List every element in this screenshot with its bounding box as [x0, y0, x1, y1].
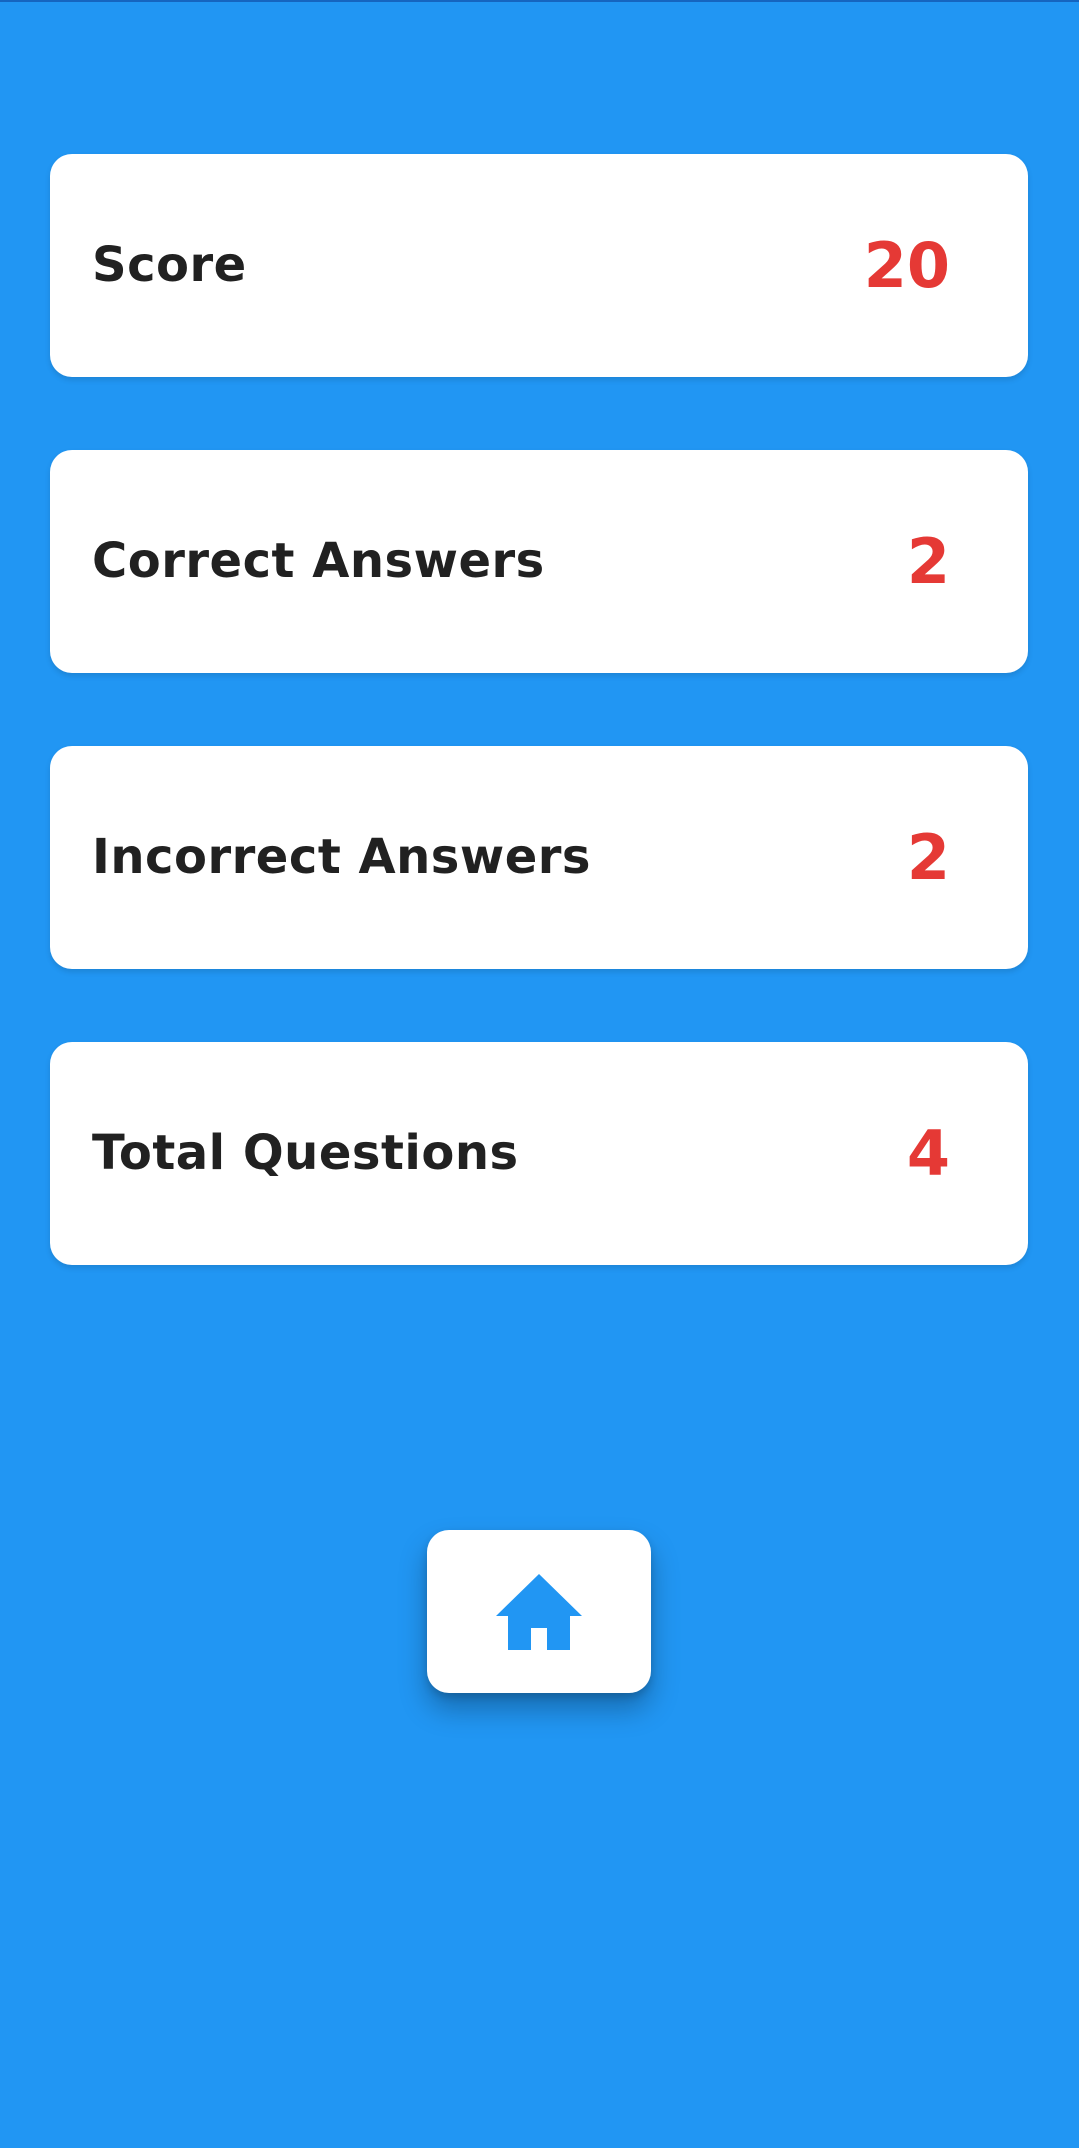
results-list: Score 20 Correct Answers 2 Incorrect Ans…	[50, 154, 1028, 1338]
incorrect-answers-card: Incorrect Answers 2	[50, 746, 1028, 969]
home-button[interactable]	[427, 1530, 651, 1693]
status-bar-strip	[0, 0, 1079, 2]
home-icon	[496, 1573, 582, 1650]
correct-answers-card: Correct Answers 2	[50, 450, 1028, 673]
correct-answers-label: Correct Answers	[92, 533, 545, 589]
total-questions-card: Total Questions 4	[50, 1042, 1028, 1265]
score-card: Score 20	[50, 154, 1028, 377]
incorrect-answers-value: 2	[906, 821, 950, 894]
score-label: Score	[92, 237, 247, 293]
total-questions-value: 4	[906, 1117, 950, 1190]
total-questions-label: Total Questions	[92, 1125, 519, 1181]
score-value: 20	[863, 229, 950, 302]
correct-answers-value: 2	[906, 525, 950, 598]
incorrect-answers-label: Incorrect Answers	[92, 829, 591, 885]
